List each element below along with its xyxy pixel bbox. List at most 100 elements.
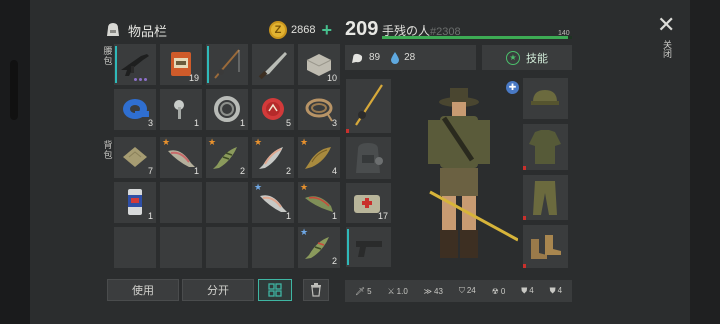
slot-duct-tape[interactable]: 3: [114, 89, 156, 130]
carp-icon: [305, 147, 331, 169]
split-button[interactable]: 分开: [182, 279, 254, 301]
plus-badge-icon: ✚: [506, 81, 519, 94]
slot-perch-rare[interactable]: ★ 2: [298, 227, 340, 268]
slot-stone-block[interactable]: 10: [298, 44, 340, 85]
trout-icon: [168, 150, 195, 167]
jacket-icon: [529, 130, 561, 164]
slot-empty[interactable]: [206, 182, 248, 223]
slot-empty[interactable]: [252, 227, 294, 268]
slot-carp[interactable]: ★ 4: [298, 137, 340, 178]
hotbar-label: 腰包: [103, 46, 113, 66]
slot-bolt[interactable]: 1: [160, 89, 202, 130]
stat-resist-2: ⛊ 4: [549, 286, 563, 295]
item-count: 3: [147, 118, 153, 128]
fishing-rod-icon: [355, 84, 383, 126]
durability-mark: [523, 264, 526, 268]
equip-slot-sidearm[interactable]: [346, 227, 391, 267]
stat-damage: 🗡 5: [354, 286, 372, 296]
item-count: 3: [331, 118, 337, 128]
equip-slot-feet[interactable]: [523, 225, 568, 268]
durability-mark: [523, 166, 526, 170]
slot-perch[interactable]: ★ 2: [206, 137, 248, 178]
backpack-label: 背包: [103, 140, 113, 160]
bolt-icon: [174, 100, 184, 119]
salmon-icon: [259, 147, 283, 169]
close-button[interactable]: ✕: [657, 14, 675, 36]
slot-empty[interactable]: [160, 227, 202, 268]
skills-button[interactable]: ★ 技能: [482, 45, 572, 70]
fishing-rod-icon: [214, 49, 240, 79]
stat-movement: ≫ 43: [423, 286, 443, 296]
skills-label: 技能: [526, 52, 548, 65]
shield-resist-icon: ⛊: [549, 286, 556, 295]
item-count: 1: [331, 211, 337, 221]
device-bezel-right: [690, 0, 720, 324]
salmon-icon: [260, 195, 287, 212]
durability-bar: [207, 46, 209, 83]
slot-fishing-rod[interactable]: [206, 44, 248, 85]
bottle-cap-icon: [262, 98, 284, 120]
shield-resist-icon: ⛊: [521, 286, 528, 295]
backpack-icon: [107, 23, 119, 36]
equip-slot-chest[interactable]: [523, 124, 568, 170]
combat-stats-bar: 🗡 5 ⚔ 1.0 ≫ 43 ⛉ 24 ☢ 0 ⛊ 4 ⛊ 4: [345, 280, 572, 302]
equip-slot-pouch[interactable]: 17: [346, 183, 391, 223]
player-level: 209: [345, 18, 379, 40]
use-button[interactable]: 使用: [107, 279, 179, 301]
equip-slot-backpack[interactable]: [346, 137, 391, 179]
xp-bar: [382, 36, 572, 39]
sort-grid-button[interactable]: [258, 279, 292, 301]
equip-slot-weapon[interactable]: [346, 79, 391, 133]
item-count: 7: [147, 166, 153, 176]
cap-icon: [531, 90, 559, 105]
slot-energy-drink[interactable]: 1: [114, 182, 156, 223]
duct-tape-icon: [123, 99, 149, 119]
close-label[interactable]: 关闭: [662, 40, 672, 58]
slot-machete[interactable]: [252, 44, 294, 85]
star-icon: ★: [506, 50, 520, 65]
slot-bottle-cap[interactable]: 5: [252, 89, 294, 130]
quality-dots: [134, 78, 147, 81]
camera-notch: [10, 60, 18, 120]
character-figure: [428, 88, 518, 258]
inventory-header: 物品栏 Z 2868 +: [104, 18, 332, 42]
slot-cloth[interactable]: 7: [114, 137, 156, 178]
add-coins-button[interactable]: +: [321, 21, 332, 39]
slot-pike[interactable]: ★ 1: [298, 182, 340, 223]
rope-coil-icon: [305, 98, 333, 122]
slot-feed-bag[interactable]: 19: [160, 44, 202, 85]
device-bezel-left: [0, 0, 30, 324]
stat-resist-1: ⛊ 4: [521, 286, 534, 295]
item-count: 1: [147, 211, 153, 221]
durability-mark: [346, 129, 349, 133]
running-icon: ≫: [423, 286, 433, 296]
item-count: 5: [285, 118, 291, 128]
durability-bar: [347, 229, 349, 265]
backpack-icon: [356, 143, 383, 173]
pike-icon: [305, 196, 333, 212]
slot-empty[interactable]: [160, 182, 202, 223]
slot-empty[interactable]: [206, 227, 248, 268]
bearing-ring-icon: [214, 96, 240, 122]
knife-icon: 🗡: [354, 286, 366, 296]
stat-armor: ⛉ 24: [458, 286, 476, 295]
durability-mark: [523, 216, 526, 220]
equip-slot-head[interactable]: [523, 78, 568, 119]
stat-radiation: ☢ 0: [491, 286, 506, 296]
survival-stats: 89 28: [345, 45, 476, 70]
slot-assault-rifle[interactable]: [114, 44, 156, 85]
slot-salmon[interactable]: ★ 2: [252, 137, 294, 178]
item-count: 1: [285, 211, 291, 221]
slot-rope-coil[interactable]: 3: [298, 89, 340, 130]
equip-slot-legs[interactable]: [523, 175, 568, 220]
slot-bearing-ring[interactable]: 1: [206, 89, 248, 130]
thirst-value: 28: [404, 52, 416, 63]
perch-icon: [213, 147, 237, 169]
pants-icon: [533, 181, 557, 215]
slot-salmon-rare[interactable]: ★ 1: [252, 182, 294, 223]
item-count: 10: [326, 73, 337, 83]
trash-button[interactable]: [303, 279, 329, 301]
slot-empty[interactable]: [114, 227, 156, 268]
slot-trout[interactable]: ★ 1: [160, 137, 202, 178]
xp-bar-fill: [382, 36, 569, 39]
